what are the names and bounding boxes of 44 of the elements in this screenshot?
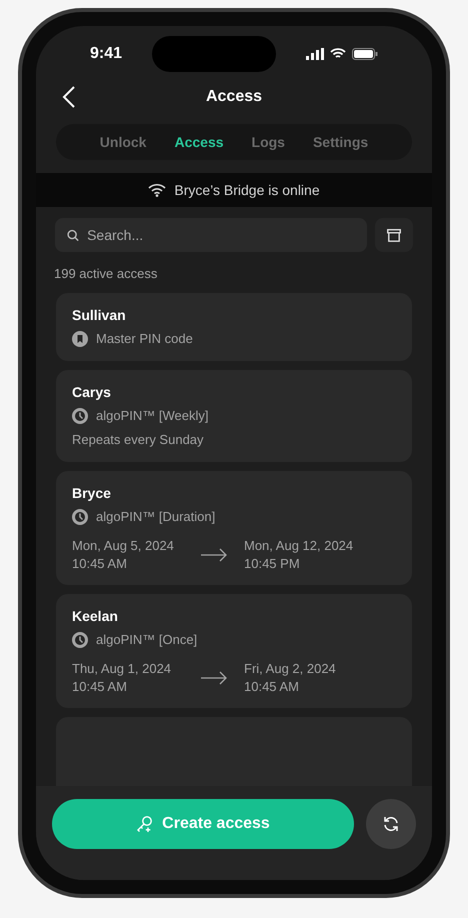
- start-date: Mon, Aug 5, 2024: [72, 536, 175, 554]
- access-name: Bryce: [72, 484, 112, 502]
- repeat-note: Repeats every Sunday: [72, 430, 205, 449]
- wifi-icon: [330, 48, 346, 60]
- search-icon: [67, 228, 80, 242]
- clock-icon: [72, 508, 88, 524]
- archive-button[interactable]: [375, 218, 413, 252]
- battery-icon: [352, 48, 378, 60]
- access-card[interactable]: Sullivan Master PIN code: [56, 292, 412, 360]
- bookmark-icon: [72, 330, 88, 346]
- clock-icon: [72, 632, 88, 648]
- end-time: 10:45 AM: [244, 678, 300, 696]
- end-date: Fri, Aug 2, 2024: [244, 660, 336, 678]
- access-name: Carys: [72, 382, 112, 402]
- arrow-right-icon: [200, 670, 228, 684]
- access-card[interactable]: Keelan algoPIN™ [Once] Thu, Aug 1, 2024 10:45 AM Fri, Aug 2, 2024 10:45 AM: [56, 594, 412, 708]
- start-date: Thu, Aug 1, 2024: [72, 660, 172, 678]
- access-type: algoPIN™ [Weekly]: [96, 406, 208, 425]
- end-date: Mon, Aug 12, 2024: [244, 536, 354, 554]
- access-name: Keelan: [72, 606, 119, 626]
- access-type: algoPIN™ [Duration]: [96, 508, 216, 526]
- start-time: 10:45 AM: [72, 678, 128, 696]
- access-type: Master PIN code: [96, 330, 193, 348]
- search-input[interactable]: Search...: [87, 224, 355, 246]
- signal-icon: [306, 48, 324, 60]
- banner-text: Bryce’s Bridge is online: [174, 180, 320, 200]
- refresh-icon: [382, 815, 400, 833]
- access-name: Sullivan: [72, 306, 127, 324]
- back-icon[interactable]: [62, 85, 76, 109]
- access-type: algoPIN™ [Once]: [96, 630, 198, 649]
- access-card[interactable]: Carys algoPIN™ [Weekly] Repeats every Sunday: [56, 370, 412, 462]
- start-time: 10:45 AM: [72, 554, 128, 572]
- tab[interactable]: Access: [174, 132, 224, 152]
- key-plus-icon: [136, 815, 154, 833]
- clock-time: 9:41: [90, 44, 122, 64]
- refresh-button[interactable]: [366, 799, 416, 849]
- access-count: 199 active access: [54, 265, 158, 283]
- archive-icon: [387, 228, 401, 242]
- arrow-right-icon: [200, 548, 228, 562]
- search-field[interactable]: Search...: [55, 218, 367, 252]
- page-title: Access: [206, 87, 262, 107]
- clock-icon: [72, 408, 88, 424]
- end-time: 10:45 PM: [244, 554, 301, 572]
- access-card[interactable]: Bryce algoPIN™ [Duration] Mon, Aug 5, 2024 10:45 AM Mon, Aug 12, 2024 10:45 PM: [56, 470, 412, 584]
